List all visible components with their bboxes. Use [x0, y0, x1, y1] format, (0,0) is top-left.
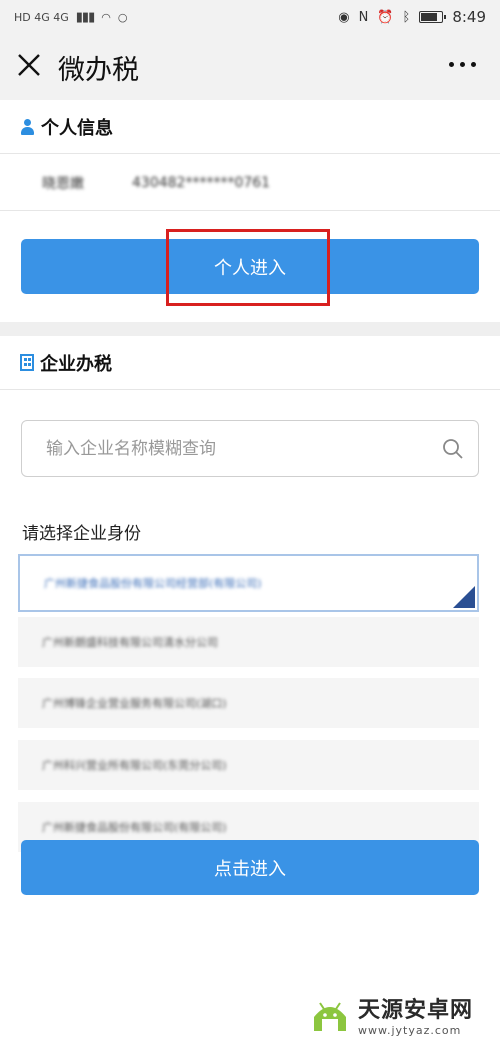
- company-option-label: 广州新捷食品股份有限公司(有限公司): [42, 821, 227, 834]
- clock: 8:49: [452, 8, 486, 26]
- network-indicator: HD 4G 4G: [14, 10, 69, 24]
- company-option-label: 广州科兴营业所有限公司(东莞分公司): [42, 759, 227, 772]
- watermark-name: 天源安卓网: [358, 998, 474, 1023]
- person-icon: [20, 118, 35, 135]
- company-option-selected[interactable]: 广州新捷食品股份有限公司经营部(有限公司): [18, 554, 479, 612]
- selected-check-icon: [453, 586, 475, 608]
- company-search-box: [21, 420, 479, 477]
- signal-icon: ▮▮▮: [75, 9, 95, 25]
- nfc-icon: N: [358, 9, 369, 25]
- personal-enter-button[interactable]: 个人进入: [21, 239, 479, 294]
- battery-icon: [419, 11, 447, 23]
- personal-name: 晓恩嫩: [42, 175, 84, 192]
- enterprise-enter-button[interactable]: 点击进入: [21, 840, 479, 895]
- status-right-indicators: ◉ N ⏰ ᛒ 8:49: [338, 8, 486, 26]
- more-menu-icon[interactable]: [449, 62, 476, 67]
- android-logo-icon: [314, 1001, 346, 1031]
- close-icon[interactable]: [16, 52, 42, 78]
- status-left-indicators: HD 4G 4G ▮▮▮ ◠ ○: [14, 10, 127, 25]
- company-option-label: 广州新捷食品股份有限公司经营部(有限公司): [44, 577, 262, 590]
- personal-id-value: 430482*******0761: [132, 174, 271, 191]
- bluetooth-icon: ᛒ: [402, 9, 411, 25]
- search-icon[interactable]: [442, 438, 464, 460]
- company-search-input[interactable]: [46, 438, 426, 459]
- company-option[interactable]: 广州博锋企业营业服务有限公司(湖口): [18, 678, 479, 732]
- eye-icon: ◉: [338, 9, 350, 25]
- wifi-icon: ◠: [101, 10, 111, 24]
- status-bar: HD 4G 4G ▮▮▮ ◠ ○ ◉ N ⏰ ᛒ 8:49: [0, 0, 500, 34]
- choose-identity-label: 请选择企业身份: [22, 524, 141, 544]
- watermark-url: www.jytyaz.com: [358, 1024, 462, 1037]
- company-option[interactable]: 广州科兴营业所有限公司(东莞分公司): [18, 740, 479, 794]
- building-icon: [20, 354, 34, 371]
- company-option[interactable]: 广州新朗盛科技有限公司清水分公司: [18, 617, 479, 671]
- watermark-text: 天源安卓网 www.jytyaz.com: [358, 992, 473, 1037]
- section-divider: [0, 322, 500, 336]
- company-option-label: 广州新朗盛科技有限公司清水分公司: [42, 636, 218, 649]
- personal-info-header: 个人信息: [0, 100, 500, 154]
- watermark-logo: 天源安卓网 www.jytyaz.com: [308, 992, 473, 1037]
- personal-id-row: 晓恩嫩 430482*******0761: [0, 155, 500, 211]
- page-title: 微办税: [58, 55, 139, 86]
- company-option-label: 广州博锋企业营业服务有限公司(湖口): [42, 697, 227, 710]
- personal-info-title: 个人信息: [41, 117, 113, 139]
- alarm-icon: ⏰: [377, 9, 394, 25]
- enterprise-header: 企业办税: [0, 336, 500, 390]
- enterprise-title: 企业办税: [40, 353, 112, 375]
- nav-bar: 微办税: [0, 34, 500, 100]
- search-status-icon: ○: [117, 10, 128, 24]
